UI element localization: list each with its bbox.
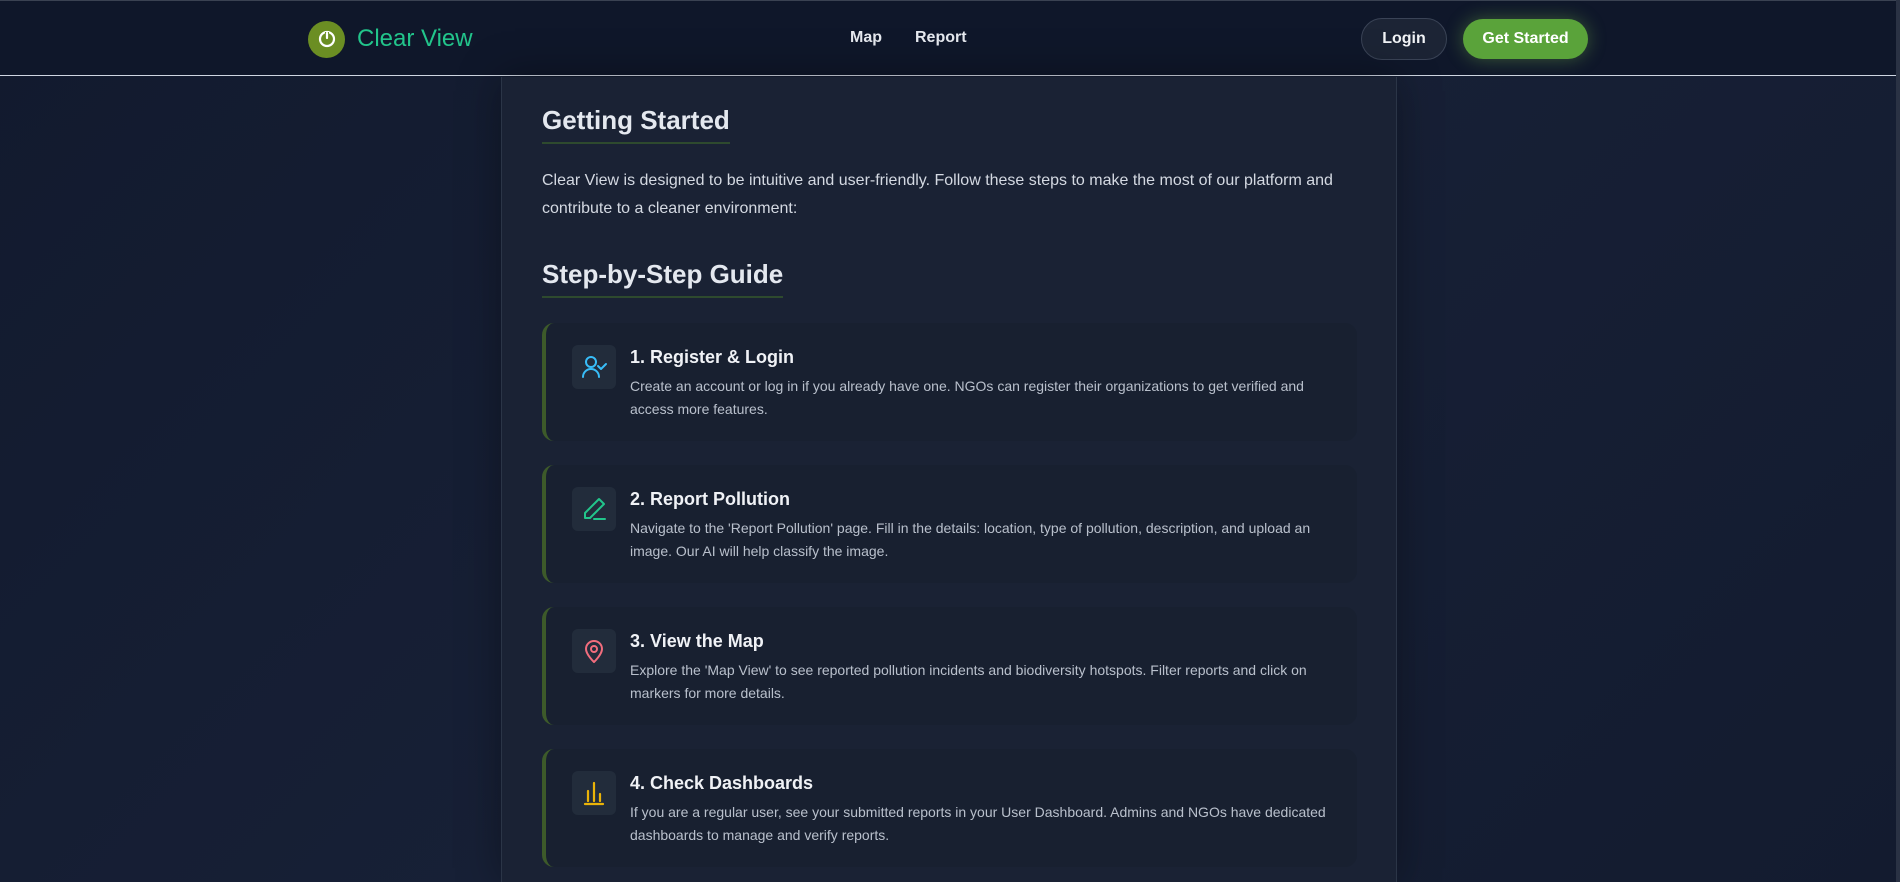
step-card-map: 3. View the Map Explore the 'Map View' t…: [542, 607, 1357, 725]
pencil-icon: [572, 487, 616, 531]
bar-chart-icon: [572, 771, 616, 815]
main-content: Getting Started Clear View is designed t…: [501, 77, 1397, 882]
page-title: Getting Started: [542, 105, 730, 144]
step-title: 4. Check Dashboards: [630, 773, 814, 793]
leaf-logo-icon: [308, 20, 345, 58]
step-description: If you are a regular user, see your subm…: [630, 804, 1326, 843]
step-title: 3. View the Map: [630, 631, 764, 651]
intro-text: Clear View is designed to be intuitive a…: [542, 172, 1333, 217]
map-pin-icon: [572, 629, 616, 673]
brand-link[interactable]: Clear View: [308, 20, 473, 58]
step-title: 2. Report Pollution: [630, 489, 790, 509]
step-card-report: 2. Report Pollution Navigate to the 'Rep…: [542, 465, 1357, 583]
brand-name: Clear View: [357, 25, 473, 52]
step-card-register: 1. Register & Login Create an account or…: [542, 323, 1357, 441]
nav-link-report[interactable]: Report: [915, 29, 967, 47]
user-check-icon: [572, 345, 616, 389]
guide-heading: Step-by-Step Guide: [542, 259, 784, 298]
nav-links: Map Report: [850, 29, 967, 47]
step-description: Create an account or log in if you alrea…: [630, 378, 1304, 417]
nav-link-map[interactable]: Map: [850, 29, 882, 47]
step-description: Explore the 'Map View' to see reported p…: [630, 662, 1307, 701]
get-started-button[interactable]: Get Started: [1463, 19, 1588, 59]
step-title: 1. Register & Login: [630, 347, 795, 367]
login-button[interactable]: Login: [1361, 18, 1447, 60]
scrollbar[interactable]: [1896, 0, 1900, 882]
navbar: Clear View Map Report Login Get Started: [0, 0, 1900, 76]
step-card-dashboards: 4. Check Dashboards If you are a regular…: [542, 749, 1357, 867]
step-description: Navigate to the 'Report Pollution' page.…: [630, 520, 1311, 559]
